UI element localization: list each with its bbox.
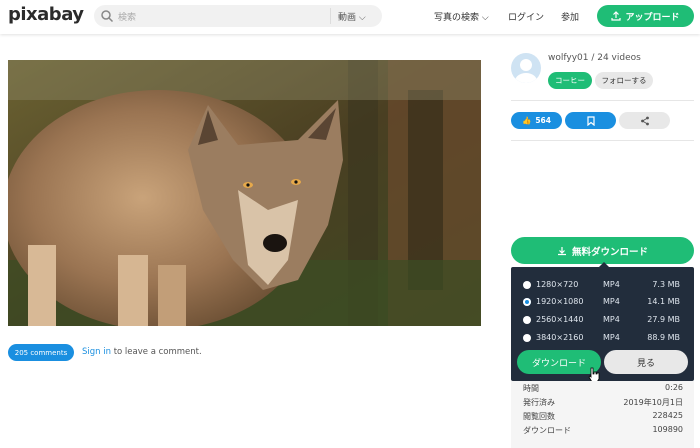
stat-label: 発行済み [523, 398, 555, 407]
search-category-label: 動画 [338, 13, 357, 23]
radio-button-selected[interactable] [523, 298, 531, 306]
nav-explore-label: 写真の検索 [434, 13, 480, 23]
user-icon [515, 59, 537, 83]
chevron-down-icon: ⌵ [358, 13, 366, 23]
share-icon [640, 116, 649, 125]
upload-button[interactable]: アップロード [597, 5, 694, 27]
radio-button[interactable] [523, 334, 531, 342]
search-divider [330, 8, 331, 24]
nav-login-link[interactable]: ログイン [508, 10, 544, 23]
signin-prompt-text: to leave a comment. [111, 347, 202, 357]
file-size: 7.3 MB [652, 280, 680, 289]
download-options-panel: 1280×720 MP4 7.3 MB 1920×1080 MP4 14.1 M… [511, 262, 694, 383]
coffee-button[interactable]: コーヒー [548, 72, 592, 89]
stat-row: ダウンロード 109890 [523, 425, 683, 439]
file-size: 88.9 MB [647, 333, 680, 342]
thumbs-up-icon: 👍 [522, 116, 532, 125]
stat-row: 閲覧回数 228425 [523, 411, 683, 425]
stat-value: 0:26 [665, 383, 683, 392]
resolution-option[interactable]: 1280×720 MP4 7.3 MB [511, 277, 694, 295]
resolution-option[interactable]: 1920×1080 MP4 14.1 MB [511, 294, 694, 312]
signin-prompt: Sign in to leave a comment. [82, 347, 202, 357]
video-preview[interactable] [8, 60, 481, 326]
follow-button[interactable]: フォローする [595, 72, 653, 89]
radio-button[interactable] [523, 281, 531, 289]
upload-label: アップロード [625, 12, 680, 23]
search-box[interactable]: 検索 動画 ⌵ [94, 5, 382, 27]
like-count: 564 [535, 116, 551, 125]
chevron-down-icon: ⌵ [481, 13, 489, 23]
resolution-label: 1920×1080 [536, 297, 584, 306]
nav-join-link[interactable]: 参加 [561, 10, 579, 23]
search-input[interactable]: 検索 [118, 10, 136, 23]
signin-link[interactable]: Sign in [82, 347, 111, 357]
stat-label: 時間 [523, 384, 539, 393]
stat-row: 時間 0:26 [523, 383, 683, 397]
pixabay-logo[interactable]: pixabay [8, 4, 84, 25]
wolf-image [8, 60, 481, 326]
resolution-label: 1280×720 [536, 280, 579, 289]
avatar[interactable] [511, 53, 541, 83]
divider [511, 140, 694, 141]
format-label: MP4 [603, 280, 620, 289]
stat-value: 109890 [652, 425, 683, 434]
bookmark-icon [586, 115, 595, 126]
uploader-info[interactable]: wolfyy01 / 24 videos [548, 53, 641, 63]
resolution-label: 3840×2160 [536, 333, 584, 342]
stat-value: 228425 [652, 411, 683, 420]
file-size: 27.9 MB [647, 315, 680, 324]
resolution-option[interactable]: 3840×2160 MP4 88.9 MB [511, 330, 694, 348]
download-icon [557, 246, 566, 255]
format-label: MP4 [603, 315, 620, 324]
stat-label: ダウンロード [523, 426, 571, 435]
nav-explore-menu[interactable]: 写真の検索 ⌵ [434, 10, 489, 23]
top-navigation-bar: pixabay 検索 動画 ⌵ 写真の検索 ⌵ ログイン 参加 アップロード [0, 0, 700, 34]
comments-count-button[interactable]: 205 comments [8, 344, 74, 361]
share-button[interactable] [619, 112, 670, 129]
resolution-option[interactable]: 2560×1440 MP4 27.9 MB [511, 312, 694, 330]
upload-icon [611, 11, 622, 21]
stat-row: 発行済み 2019年10月1日 [523, 397, 683, 411]
format-label: MP4 [603, 297, 620, 306]
bookmark-button[interactable] [565, 112, 616, 129]
video-stats: 時間 0:26 発行済み 2019年10月1日 閲覧回数 228425 ダウンロード 1… [523, 383, 683, 439]
resolution-label: 2560×1440 [536, 315, 584, 324]
view-button[interactable]: 見る [604, 350, 688, 374]
divider [511, 100, 694, 101]
search-category-select[interactable]: 動画 ⌵ [338, 10, 366, 23]
free-download-button[interactable]: 無料ダウンロード [511, 237, 694, 264]
search-icon [101, 10, 114, 23]
file-size: 14.1 MB [647, 297, 680, 306]
stat-value: 2019年10月1日 [623, 398, 683, 407]
like-button[interactable]: 👍 564 [511, 112, 562, 129]
radio-button[interactable] [523, 316, 531, 324]
stat-label: 閲覧回数 [523, 412, 555, 421]
free-download-label: 無料ダウンロード [571, 246, 648, 258]
format-label: MP4 [603, 333, 620, 342]
